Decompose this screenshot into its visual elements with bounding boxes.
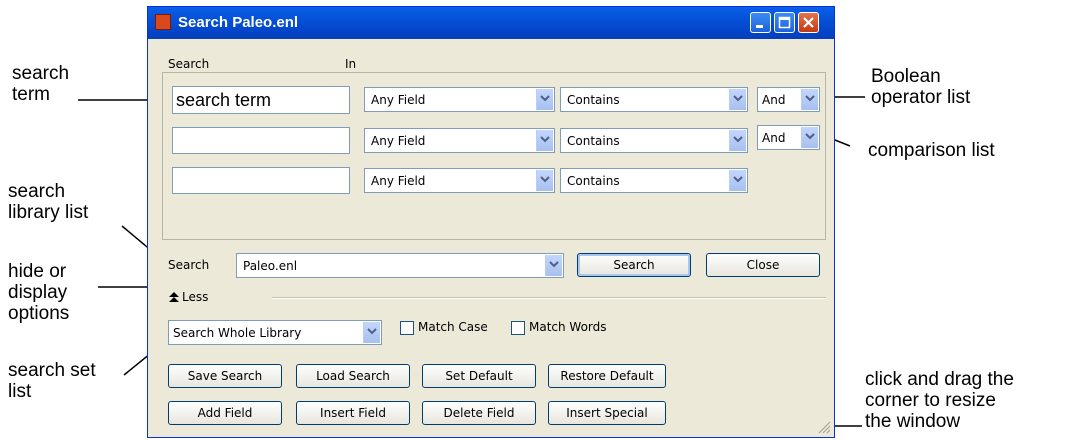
minimize-button[interactable] (750, 12, 771, 33)
field-select-3[interactable]: Any Field (364, 168, 555, 193)
boolean-select-2-value: And (762, 131, 786, 145)
load-search-button[interactable]: Load Search (296, 364, 410, 388)
search-term-input-1[interactable]: search term (172, 86, 350, 114)
insert-field-button[interactable]: Insert Field (296, 401, 410, 425)
boolean-select-1-value: And (762, 93, 786, 107)
search-window: Search Paleo.enl Search In search term A… (147, 6, 835, 438)
close-window-button[interactable] (798, 12, 819, 33)
close-icon (803, 17, 814, 28)
field-select-3-value: Any Field (371, 174, 426, 188)
window-content: Search In search term Any Field Contains… (152, 39, 831, 434)
in-column-header: In (345, 57, 357, 71)
options-toggle-label: Less (182, 290, 209, 304)
double-chevron-up-icon (169, 292, 179, 302)
save-search-button[interactable]: Save Search (168, 364, 282, 388)
chevron-down-icon[interactable] (536, 130, 553, 151)
match-case-label: Match Case (418, 320, 488, 334)
resize-grip-icon[interactable] (817, 420, 831, 434)
comparison-select-1-value: Contains (567, 93, 620, 107)
library-select-value: Paleo.enl (243, 259, 298, 273)
maximize-icon (778, 16, 791, 29)
library-select[interactable]: Paleo.enl (236, 253, 564, 278)
field-select-2[interactable]: Any Field (364, 128, 555, 153)
search-term-input-3[interactable] (172, 167, 350, 194)
search-button[interactable]: Search (577, 253, 691, 277)
title-bar[interactable]: Search Paleo.enl (148, 7, 834, 39)
boolean-select-1[interactable]: And (757, 87, 820, 112)
library-label: Search (168, 258, 210, 272)
insert-special-button[interactable]: Insert Special (548, 401, 666, 425)
comparison-select-3-value: Contains (567, 174, 620, 188)
field-select-2-value: Any Field (371, 134, 426, 148)
field-select-1[interactable]: Any Field (364, 87, 555, 112)
chevron-down-icon[interactable] (363, 322, 380, 343)
close-button[interactable]: Close (706, 253, 820, 277)
field-select-1-value: Any Field (371, 93, 426, 107)
match-case-checkbox[interactable] (400, 321, 414, 335)
minimize-icon (756, 25, 763, 28)
search-column-header: Search (168, 57, 210, 71)
chevron-down-icon[interactable] (729, 130, 746, 151)
window-title: Search Paleo.enl (178, 14, 299, 31)
chevron-down-icon[interactable] (801, 89, 818, 110)
search-term-value-1: search term (176, 90, 272, 110)
search-set-select[interactable]: Search Whole Library (168, 320, 382, 345)
comparison-select-2-value: Contains (567, 134, 620, 148)
chevron-down-icon[interactable] (536, 170, 553, 191)
delete-field-button[interactable]: Delete Field (422, 401, 536, 425)
search-term-input-2[interactable] (172, 127, 350, 154)
chevron-down-icon[interactable] (729, 89, 746, 110)
comparison-select-3[interactable]: Contains (560, 168, 748, 193)
add-field-button[interactable]: Add Field (168, 401, 282, 425)
comparison-select-1[interactable]: Contains (560, 87, 748, 112)
comparison-select-2[interactable]: Contains (560, 128, 748, 153)
search-set-select-value: Search Whole Library (173, 326, 302, 340)
match-words-label: Match Words (529, 320, 607, 334)
chevron-down-icon[interactable] (536, 89, 553, 110)
chevron-down-icon[interactable] (801, 127, 818, 148)
match-words-checkbox[interactable] (511, 321, 525, 335)
boolean-select-2[interactable]: And (757, 125, 820, 150)
set-default-button[interactable]: Set Default (422, 364, 536, 388)
maximize-button[interactable] (774, 12, 795, 33)
chevron-down-icon[interactable] (729, 170, 746, 191)
app-icon (155, 14, 171, 30)
options-separator (272, 297, 826, 299)
chevron-down-icon[interactable] (545, 255, 562, 276)
restore-default-button[interactable]: Restore Default (548, 364, 666, 388)
